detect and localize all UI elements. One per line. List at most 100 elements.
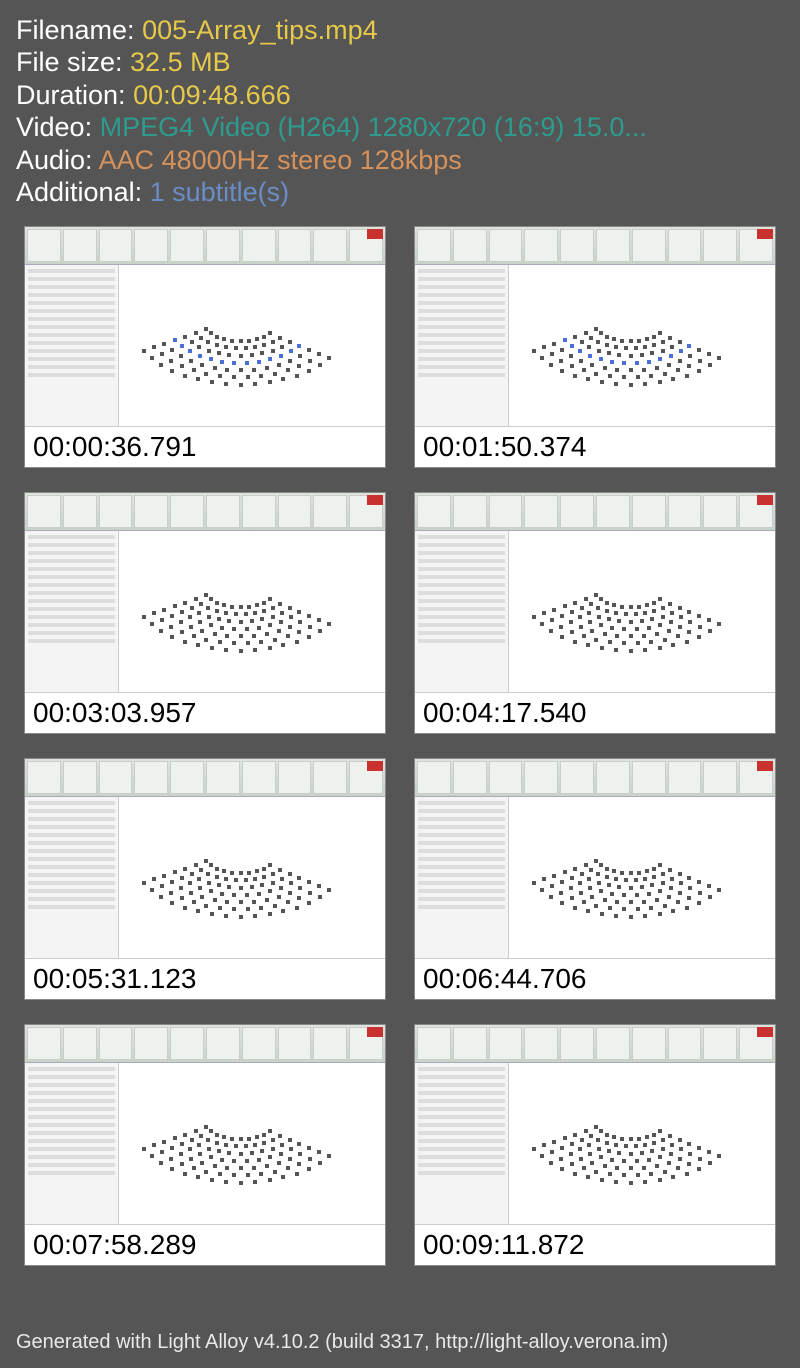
ribbon-button	[99, 1027, 133, 1060]
video-value: MPEG4 Video (H264) 1280x720 (16:9) 15.0.…	[100, 112, 647, 142]
side-panel	[25, 265, 119, 426]
side-panel	[25, 797, 119, 958]
app-body	[415, 531, 775, 692]
thumbnail-cell: 00:06:44.706	[414, 758, 776, 1000]
ribbon-button	[453, 1027, 487, 1060]
ribbon-button	[489, 1027, 523, 1060]
ribbon-button	[596, 1027, 630, 1060]
ribbon-button	[453, 229, 487, 262]
additional-line: Additional: 1 subtitle(s)	[16, 176, 784, 208]
close-icon	[757, 495, 773, 505]
close-icon	[367, 495, 383, 505]
ribbon-button	[596, 761, 630, 794]
ribbon-button	[524, 761, 558, 794]
thumbnail-cell: 00:04:17.540	[414, 492, 776, 734]
close-icon	[757, 1027, 773, 1037]
ribbon-button	[63, 495, 97, 528]
app-body	[25, 797, 385, 958]
additional-value: 1 subtitle(s)	[150, 177, 290, 207]
ribbon-button	[668, 229, 702, 262]
side-panel	[415, 1063, 509, 1224]
ribbon-button	[206, 1027, 240, 1060]
drawing-canvas	[119, 1063, 385, 1224]
app-body	[415, 797, 775, 958]
thumbnail-preview	[415, 759, 775, 959]
audio-label: Audio:	[16, 145, 99, 175]
ribbon-button	[453, 495, 487, 528]
ribbon-button	[313, 761, 347, 794]
thumbnail-preview	[25, 759, 385, 959]
thumbnail-timestamp: 00:01:50.374	[415, 427, 775, 467]
thumbnail-cell: 00:01:50.374	[414, 226, 776, 468]
file-info-section: Filename: 005-Array_tips.mp4 File size: …	[16, 14, 784, 208]
audio-value: AAC 48000Hz stereo 128kbps	[99, 145, 462, 175]
ribbon-button	[560, 229, 594, 262]
thumbnail-cell: 00:00:36.791	[24, 226, 386, 468]
app-body	[415, 265, 775, 426]
app-body	[25, 531, 385, 692]
ribbon-button	[632, 229, 666, 262]
ribbon-button	[489, 761, 523, 794]
app-body	[415, 1063, 775, 1224]
filesize-label: File size:	[16, 47, 130, 77]
drawing-canvas	[509, 797, 775, 958]
ribbon-button	[453, 761, 487, 794]
video-line: Video: MPEG4 Video (H264) 1280x720 (16:9…	[16, 111, 784, 143]
ribbon-button	[668, 495, 702, 528]
app-ribbon	[415, 493, 775, 531]
filename-line: Filename: 005-Array_tips.mp4	[16, 14, 784, 46]
duration-value: 00:09:48.666	[133, 80, 291, 110]
ribbon-button	[242, 229, 276, 262]
ribbon-button	[278, 761, 312, 794]
side-panel	[25, 1063, 119, 1224]
app-ribbon	[25, 759, 385, 797]
close-icon	[367, 1027, 383, 1037]
thumbnail-cell: 00:07:58.289	[24, 1024, 386, 1266]
ribbon-button	[417, 1027, 451, 1060]
drawing-canvas	[119, 797, 385, 958]
app-ribbon	[415, 1025, 775, 1063]
thumbnail-cell: 00:09:11.872	[414, 1024, 776, 1266]
thumbnail-timestamp: 00:03:03.957	[25, 693, 385, 733]
ribbon-button	[668, 761, 702, 794]
app-ribbon	[415, 759, 775, 797]
ribbon-button	[63, 1027, 97, 1060]
ribbon-button	[27, 229, 61, 262]
thumbnail-preview	[25, 493, 385, 693]
ribbon-button	[703, 495, 737, 528]
ribbon-button	[242, 495, 276, 528]
ribbon-button	[242, 1027, 276, 1060]
ribbon-button	[417, 761, 451, 794]
thumbnail-preview	[415, 227, 775, 427]
ribbon-button	[313, 1027, 347, 1060]
side-panel	[25, 531, 119, 692]
ribbon-button	[632, 1027, 666, 1060]
video-label: Video:	[16, 112, 100, 142]
side-panel	[415, 531, 509, 692]
ribbon-button	[524, 1027, 558, 1060]
ribbon-button	[417, 495, 451, 528]
filename-label: Filename:	[16, 15, 142, 45]
close-icon	[367, 229, 383, 239]
thumbnail-preview	[415, 493, 775, 693]
ribbon-button	[63, 229, 97, 262]
ribbon-button	[206, 229, 240, 262]
duration-label: Duration:	[16, 80, 133, 110]
ribbon-button	[668, 1027, 702, 1060]
thumbnail-timestamp: 00:09:11.872	[415, 1225, 775, 1265]
drawing-canvas	[119, 265, 385, 426]
ribbon-button	[63, 761, 97, 794]
thumbnail-timestamp: 00:07:58.289	[25, 1225, 385, 1265]
app-ribbon	[25, 227, 385, 265]
drawing-canvas	[119, 531, 385, 692]
duration-line: Duration: 00:09:48.666	[16, 79, 784, 111]
app-ribbon	[25, 493, 385, 531]
thumbnail-cell: 00:05:31.123	[24, 758, 386, 1000]
close-icon	[757, 229, 773, 239]
ribbon-button	[134, 229, 168, 262]
thumbnail-preview	[25, 227, 385, 427]
app-ribbon	[25, 1025, 385, 1063]
ribbon-button	[27, 761, 61, 794]
ribbon-button	[242, 761, 276, 794]
side-panel	[415, 797, 509, 958]
